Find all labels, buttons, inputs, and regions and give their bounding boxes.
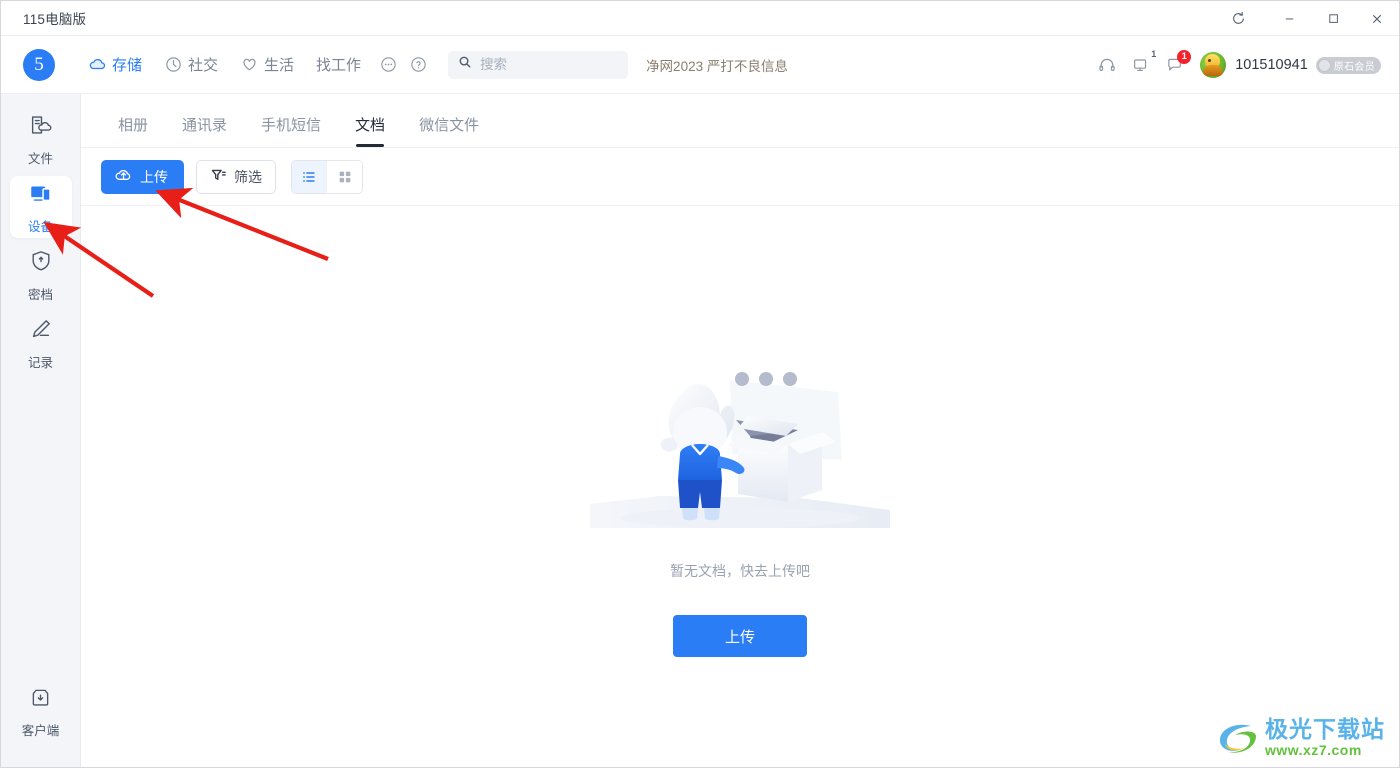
maximize-icon[interactable] <box>1311 1 1355 36</box>
sidebar-item-client[interactable]: 客户端 <box>10 681 72 743</box>
window-controls <box>1209 1 1399 36</box>
clock-icon <box>164 55 183 74</box>
tab-documents[interactable]: 文档 <box>338 114 402 147</box>
watermark-title: 极光下载站 <box>1265 715 1385 742</box>
tab-bar: 相册 通讯录 手机短信 文档 微信文件 <box>81 94 1399 148</box>
sidebar-top-items: 文件 设备 密档 记录 <box>1 94 80 380</box>
download-box-icon <box>28 685 53 715</box>
nav-item-label: 找工作 <box>316 57 362 74</box>
empty-box-character-illustration <box>590 332 890 547</box>
nav-item-label: 存储 <box>112 57 143 74</box>
message-icon[interactable]: 1 <box>1158 48 1192 82</box>
cloud-icon <box>88 55 107 74</box>
list-view-icon[interactable] <box>292 160 327 193</box>
refresh-icon[interactable] <box>1209 1 1267 36</box>
filter-button[interactable]: 筛选 <box>196 159 276 194</box>
username-label[interactable]: 101510941 <box>1235 57 1308 73</box>
sidebar-item-secure-docs[interactable]: 密档 <box>10 244 72 306</box>
search-icon <box>458 55 472 74</box>
top-nav-items: 存储 社交 生活 找工作 <box>77 49 432 81</box>
search-box[interactable] <box>448 50 629 79</box>
sidebar-item-files[interactable]: 文件 <box>10 108 72 170</box>
main-body: 文件 设备 密档 记录 客户端 相册 通讯录 手机短信 文档 微信文件 上传 筛… <box>1 94 1399 767</box>
watermark: 极光下载站 www.xz7.com <box>1215 717 1385 757</box>
monitor-badge: 1 <box>1151 49 1157 59</box>
tab-sms[interactable]: 手机短信 <box>244 114 338 147</box>
avatar[interactable] <box>1200 52 1227 78</box>
filter-icon <box>210 167 227 187</box>
window-title: 115电脑版 <box>23 12 87 27</box>
upload-button[interactable]: 上传 <box>101 159 184 194</box>
nav-item-storage[interactable]: 存储 <box>77 49 153 81</box>
close-icon[interactable] <box>1355 1 1399 36</box>
app-logo[interactable]: 5 <box>23 48 55 81</box>
vip-dot-icon <box>1317 58 1331 72</box>
nav-item-life[interactable]: 生活 <box>229 49 305 81</box>
sidebar: 文件 设备 密档 记录 客户端 <box>1 94 81 767</box>
search-input[interactable] <box>480 57 619 72</box>
watermark-url: www.xz7.com <box>1265 741 1362 758</box>
sidebar-item-label: 密档 <box>27 287 53 302</box>
device-icon <box>28 180 54 211</box>
shield-lock-icon <box>28 248 54 279</box>
file-cloud-icon <box>28 112 54 143</box>
headset-icon[interactable] <box>1090 48 1124 82</box>
content-panel: 相册 通讯录 手机短信 文档 微信文件 上传 筛选 暂无文档，快去上传吧 上传 <box>81 94 1399 767</box>
empty-state-upload-button[interactable]: 上传 <box>673 615 807 657</box>
vip-label: 原石会员 <box>1333 61 1375 73</box>
sidebar-item-label: 记录 <box>27 355 53 370</box>
nav-item-label: 生活 <box>264 57 295 74</box>
filter-button-label: 筛选 <box>234 168 262 185</box>
grid-view-icon[interactable] <box>327 160 362 193</box>
sidebar-item-device[interactable]: 设备 <box>9 176 72 238</box>
tab-album[interactable]: 相册 <box>101 114 165 147</box>
message-badge: 1 <box>1177 50 1192 64</box>
minimize-icon[interactable] <box>1267 1 1311 36</box>
sidebar-item-label: 客户端 <box>21 724 60 738</box>
nav-item-social[interactable]: 社交 <box>153 49 229 81</box>
nav-item-jobs[interactable]: 找工作 <box>305 49 372 81</box>
sidebar-item-label: 设备 <box>27 219 53 234</box>
title-bar: 115电脑版 <box>1 1 1399 36</box>
sidebar-bottom: 客户端 <box>1 679 80 767</box>
pencil-icon <box>28 316 54 347</box>
upload-button-label: 上传 <box>140 168 168 185</box>
monitor-icon[interactable]: 1 <box>1124 48 1158 82</box>
user-area: 1 1 101510941 原石会员 <box>1090 36 1381 94</box>
tab-contacts[interactable]: 通讯录 <box>165 114 244 147</box>
watermark-logo-icon <box>1219 724 1257 753</box>
tab-wechat-files[interactable]: 微信文件 <box>402 114 496 147</box>
question-circle-icon[interactable] <box>404 51 432 79</box>
toolbar: 上传 筛选 <box>81 148 1399 206</box>
top-navigation-bar: 5 存储 社交 生活 找工作 搜索 净网2023 严打不良信息 1 1 1015… <box>1 36 1399 94</box>
sidebar-item-records[interactable]: 记录 <box>10 312 72 374</box>
cloud-upload-icon <box>114 166 133 188</box>
heart-icon <box>240 55 259 74</box>
empty-state: 暂无文档，快去上传吧 上传 <box>81 206 1399 767</box>
nav-item-label: 社交 <box>188 57 219 74</box>
app-window: 115电脑版 5 存储 社交 生活 找工作 搜索 净网2023 严打不良信息 1… <box>0 0 1400 768</box>
status-badge[interactable]: 原石会员 <box>1315 56 1381 74</box>
empty-state-message: 暂无文档，快去上传吧 <box>670 563 810 579</box>
notice-text: 净网2023 严打不良信息 <box>646 58 788 74</box>
more-dots-icon[interactable] <box>374 51 402 79</box>
sidebar-item-label: 文件 <box>27 151 53 166</box>
view-toggle <box>291 159 363 194</box>
